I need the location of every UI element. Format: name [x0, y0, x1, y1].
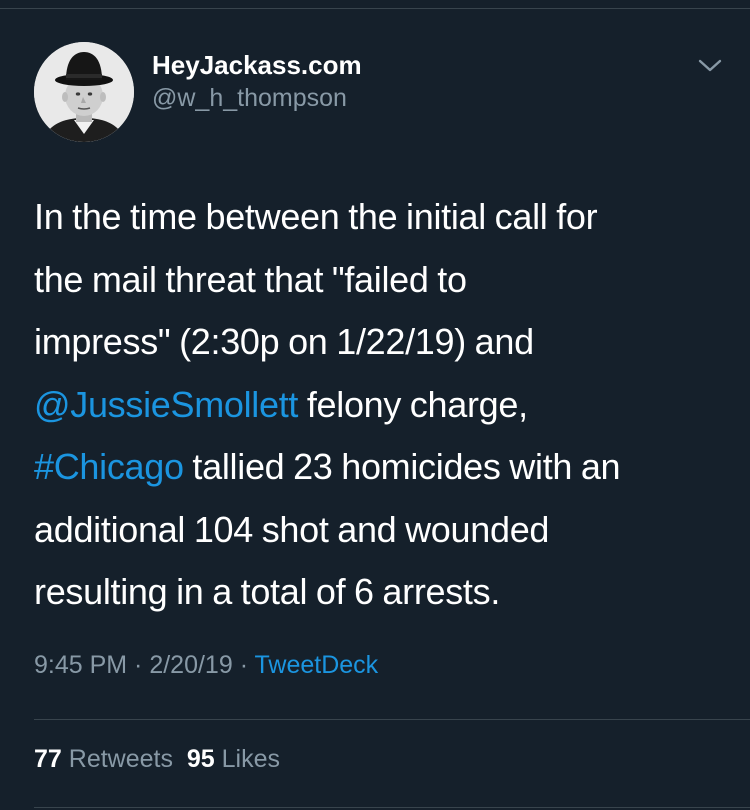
avatar-man-in-bowler-hat-icon — [34, 42, 134, 142]
likes-count: 95 — [186, 745, 215, 773]
tweet-line-text: felony charge, — [298, 383, 528, 425]
tweet-line-text: tallied 23 homicides with an — [183, 446, 621, 487]
divider — [34, 807, 750, 808]
tweet-card: HeyJackass.com @w_h_thompson In the time… — [0, 0, 750, 810]
avatar[interactable] — [34, 42, 134, 142]
tweet-time[interactable]: 9:45 PM — [34, 651, 127, 679]
tweet-line: @JussieSmollett felony charge, — [34, 374, 724, 437]
divider — [34, 719, 750, 720]
hashtag-link[interactable]: #Chicago — [34, 446, 184, 487]
tweet-line: additional 104 shot and wounded — [34, 508, 550, 550]
likes-label: Likes — [221, 745, 281, 773]
meta-separator: · — [127, 651, 150, 679]
top-divider — [0, 0, 750, 9]
tweet-meta: 9:45 PM · 2/20/19 · TweetDeck — [34, 651, 378, 680]
tweet-line: the mail threat that "failed to — [34, 258, 467, 300]
tweet-line: #Chicago tallied 23 homicides with an — [34, 436, 724, 499]
mention-link[interactable]: @JussieSmollett — [34, 384, 298, 425]
tweet-text: In the time between the initial call for… — [34, 186, 724, 624]
tweet-date[interactable]: 2/20/19 — [149, 651, 232, 679]
tweet-source-link[interactable]: TweetDeck — [255, 651, 379, 679]
tweet-line: In the time between the initial call for — [34, 196, 598, 237]
more-options-button[interactable] — [696, 56, 724, 76]
retweets-stat[interactable]: 77 Retweets — [34, 745, 173, 773]
meta-separator: · — [232, 651, 255, 679]
tweet-line: impress" (2:30p on 1/22/19) and — [34, 321, 534, 362]
author-handle[interactable]: @w_h_thompson — [152, 82, 362, 114]
retweets-label: Retweets — [68, 745, 173, 773]
tweet-header: HeyJackass.com @w_h_thompson — [34, 42, 724, 142]
author-display-name[interactable]: HeyJackass.com — [152, 50, 362, 80]
likes-stat[interactable]: 95 Likes — [187, 745, 280, 773]
retweets-count: 77 — [34, 745, 62, 773]
tweet-line: resulting in a total of 6 arrests. — [34, 571, 501, 612]
author-names: HeyJackass.com @w_h_thompson — [152, 50, 362, 114]
chevron-down-icon — [698, 59, 722, 72]
tweet-stats: 77 Retweets 95 Likes — [34, 745, 280, 774]
